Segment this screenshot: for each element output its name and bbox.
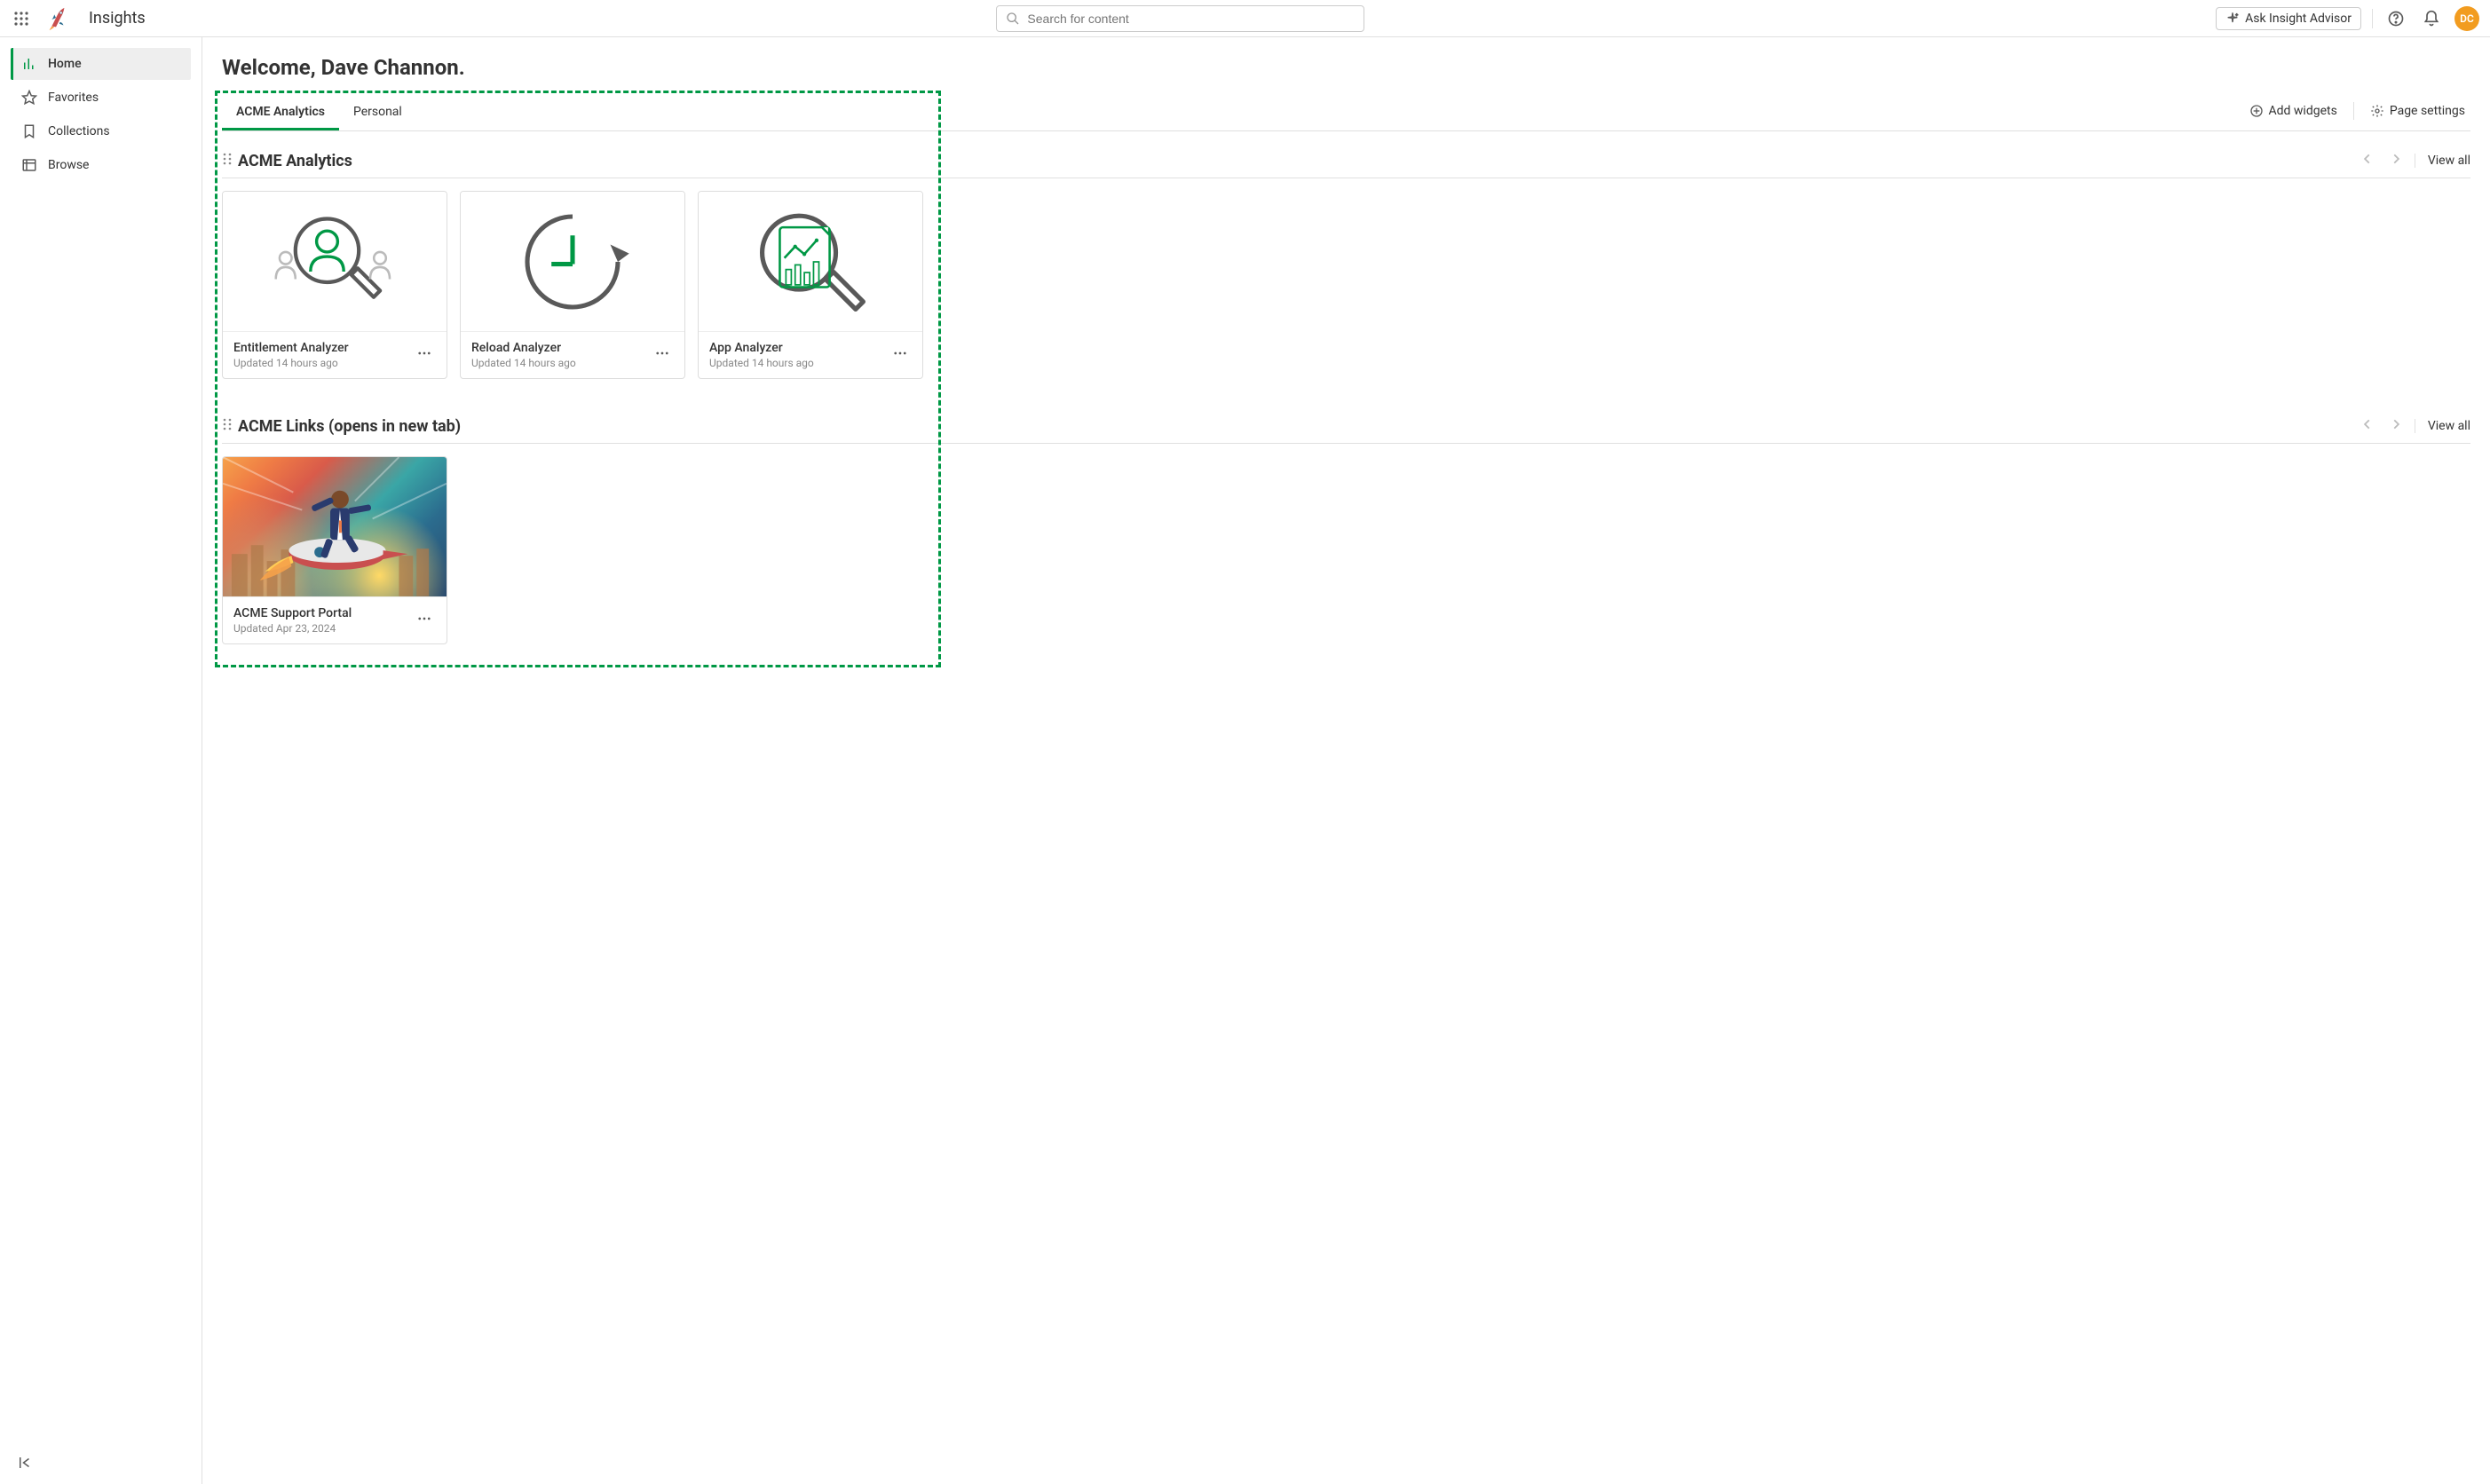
section-prev-button[interactable] (2358, 414, 2377, 438)
gear-icon (2370, 104, 2384, 118)
section-next-button[interactable] (2386, 414, 2406, 438)
bookmark-icon (21, 123, 37, 139)
sidebar-item-home[interactable]: Home (11, 48, 191, 80)
chevron-left-icon (2361, 418, 2374, 430)
more-horizontal-icon (892, 345, 908, 361)
avatar[interactable]: DC (2454, 6, 2479, 31)
top-bar: Insights Ask Insight Advisor DC (0, 0, 2490, 37)
ask-insight-advisor-button[interactable]: Ask Insight Advisor (2216, 7, 2361, 30)
sidebar-item-collections[interactable]: Collections (11, 115, 191, 147)
page-settings-label: Page settings (2390, 104, 2465, 118)
view-all-link[interactable]: View all (2415, 419, 2470, 433)
section-acme-analytics: ACME Analytics View all (222, 149, 2470, 379)
grid-icon (21, 157, 37, 173)
card-title: Reload Analyzer (471, 341, 576, 355)
help-icon[interactable] (2383, 6, 2408, 31)
app-launcher-icon[interactable] (11, 8, 32, 29)
sidebar-item-label: Home (48, 57, 82, 71)
card-more-menu[interactable] (413, 607, 436, 634)
sidebar-item-label: Browse (48, 158, 89, 172)
section-next-button[interactable] (2386, 149, 2406, 172)
chart-icon (21, 56, 37, 72)
tab-personal[interactable]: Personal (339, 96, 416, 130)
card-subtitle: Updated Apr 23, 2024 (233, 622, 352, 635)
add-widgets-button[interactable]: Add widgets (2249, 104, 2337, 118)
sidebar-item-label: Collections (48, 124, 110, 138)
card-title: ACME Support Portal (233, 606, 352, 620)
main-content: Welcome, Dave Channon. ACME Analytics Pe… (202, 37, 2490, 1484)
ask-label: Ask Insight Advisor (2245, 12, 2352, 26)
section-prev-button[interactable] (2358, 149, 2377, 172)
chevron-right-icon (2390, 418, 2402, 430)
chevron-left-icon (2361, 153, 2374, 165)
more-horizontal-icon (416, 345, 432, 361)
sparkle-icon (2225, 12, 2240, 26)
card-title: Entitlement Analyzer (233, 341, 349, 355)
welcome-heading: Welcome, Dave Channon. (222, 55, 2470, 80)
search-input[interactable] (1027, 12, 1355, 26)
sidebar-item-favorites[interactable]: Favorites (11, 82, 191, 114)
star-icon (21, 90, 37, 106)
card-subtitle: Updated 14 hours ago (709, 357, 814, 369)
card-acme-support-portal[interactable]: ACME Support Portal Updated Apr 23, 2024 (222, 456, 447, 644)
plus-circle-icon (2249, 104, 2264, 118)
section-title: ACME Links (opens in new tab) (238, 417, 461, 436)
search-input-wrapper[interactable] (996, 5, 1364, 32)
sidebar-item-label: Favorites (48, 91, 99, 105)
section-acme-links: ACME Links (opens in new tab) View all (222, 414, 2470, 644)
tabs: ACME Analytics Personal (222, 96, 416, 130)
card-subtitle: Updated 14 hours ago (233, 357, 349, 369)
card-thumbnail (461, 192, 684, 332)
notifications-icon[interactable] (2419, 6, 2444, 31)
chevron-right-icon (2390, 153, 2402, 165)
card-app-analyzer[interactable]: App Analyzer Updated 14 hours ago (698, 191, 923, 379)
card-thumbnail (699, 192, 922, 332)
card-title: App Analyzer (709, 341, 814, 355)
sidebar-item-browse[interactable]: Browse (11, 149, 191, 181)
card-more-menu[interactable] (651, 342, 674, 368)
view-all-link[interactable]: View all (2415, 154, 2470, 168)
card-reload-analyzer[interactable]: Reload Analyzer Updated 14 hours ago (460, 191, 685, 379)
card-subtitle: Updated 14 hours ago (471, 357, 576, 369)
card-more-menu[interactable] (413, 342, 436, 368)
card-thumbnail (223, 457, 447, 597)
app-title: Insights (89, 9, 146, 28)
sidebar: Home Favorites Collections Browse (0, 37, 202, 1484)
drag-handle-icon[interactable] (222, 417, 233, 435)
brand-logo (43, 4, 71, 33)
section-title: ACME Analytics (238, 152, 352, 170)
collapse-sidebar-button[interactable] (12, 1450, 37, 1475)
collapse-icon (17, 1455, 33, 1471)
more-horizontal-icon (416, 611, 432, 627)
add-widgets-label: Add widgets (2269, 104, 2337, 118)
drag-handle-icon[interactable] (222, 152, 233, 170)
card-entitlement-analyzer[interactable]: Entitlement Analyzer Updated 14 hours ag… (222, 191, 447, 379)
page-settings-button[interactable]: Page settings (2370, 104, 2465, 118)
card-more-menu[interactable] (889, 342, 912, 368)
search-icon (1006, 12, 1020, 26)
more-horizontal-icon (654, 345, 670, 361)
tab-acme-analytics[interactable]: ACME Analytics (222, 96, 339, 130)
card-thumbnail (223, 192, 447, 332)
